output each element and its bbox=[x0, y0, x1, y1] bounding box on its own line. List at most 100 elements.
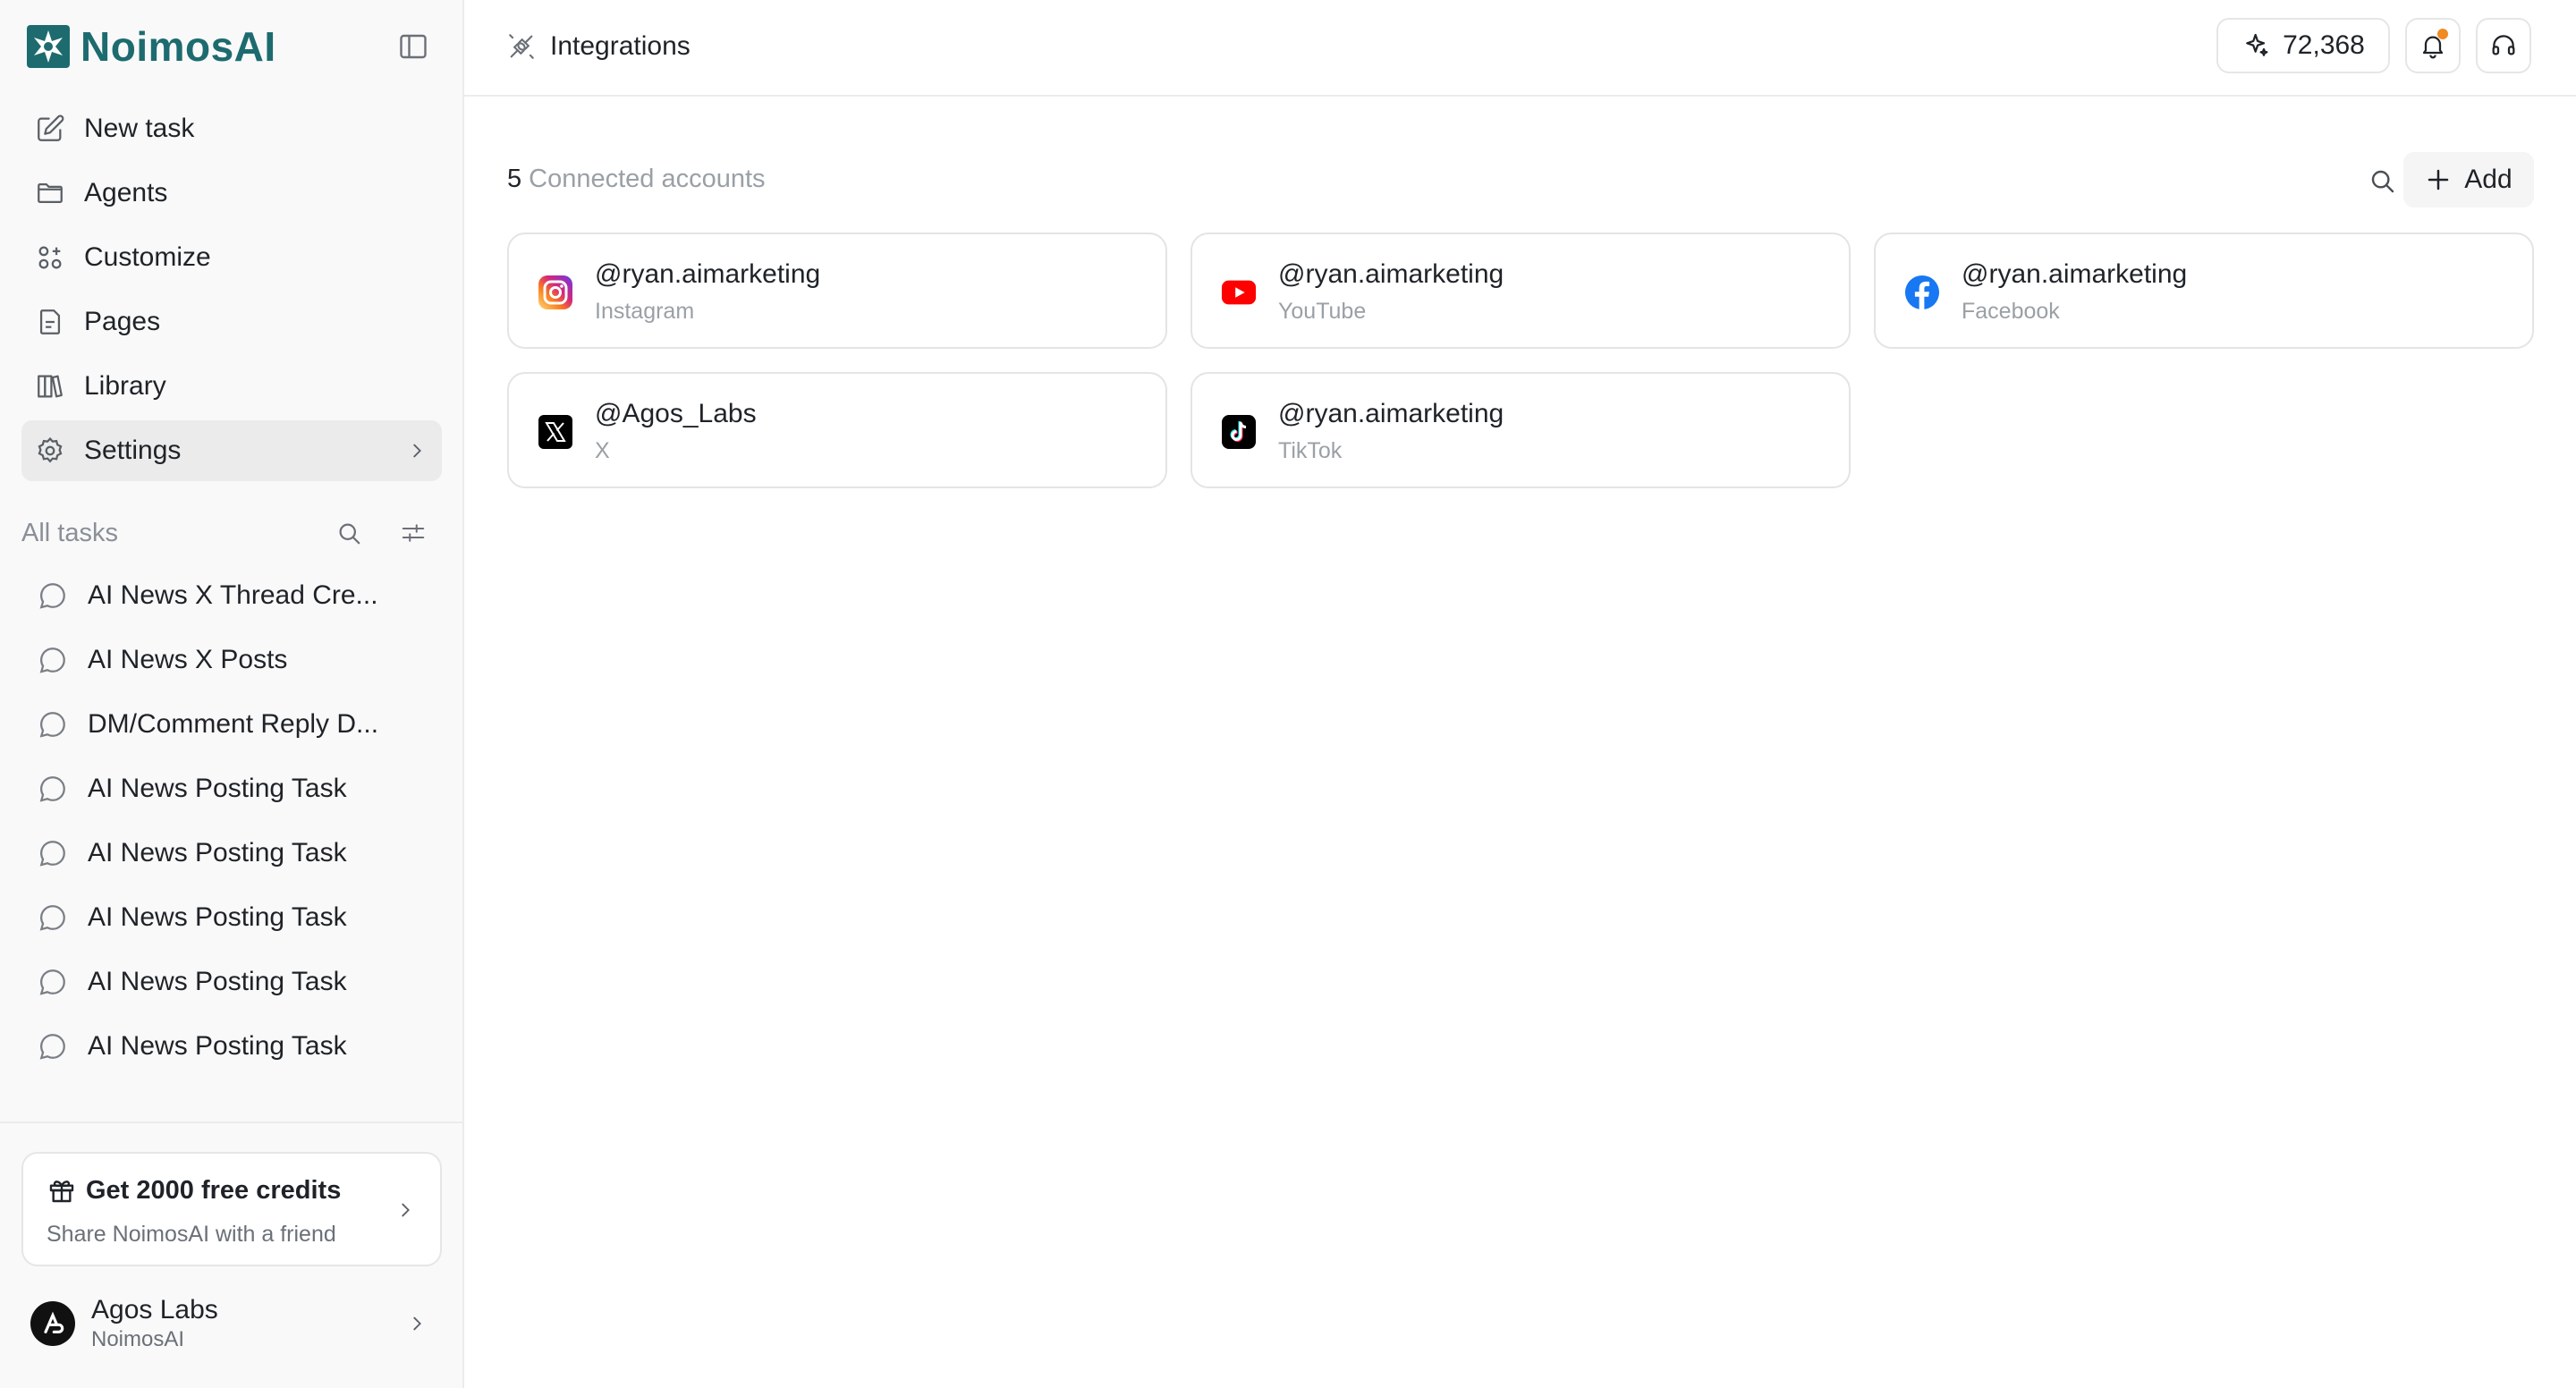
account-handle: @ryan.aimarketing bbox=[1278, 399, 1504, 428]
nav-item-settings[interactable]: Settings bbox=[21, 420, 442, 481]
accounts-count-number: 5 bbox=[507, 165, 522, 193]
nav-item-label: Library bbox=[84, 371, 166, 401]
task-list-item[interactable]: AI News Posting Task bbox=[21, 758, 442, 819]
sidebar: NoimosAI New task Agents Customize Pages… bbox=[0, 0, 464, 1388]
user-name: Agos Labs bbox=[91, 1295, 218, 1325]
page-title: Integrations bbox=[505, 27, 691, 66]
account-platform: Facebook bbox=[1962, 299, 2060, 324]
headset-icon bbox=[2492, 35, 2515, 55]
task-list-item[interactable]: AI News X Posts bbox=[21, 630, 442, 690]
account-platform: TikTok bbox=[1278, 438, 1343, 463]
brand-name: NoimosAI bbox=[80, 23, 276, 70]
chat-bubble-icon bbox=[36, 643, 70, 677]
accounts-grid: @ryan.aimarketing Instagram @ryan.aimark… bbox=[507, 233, 2534, 488]
sidebar-divider bbox=[0, 1121, 462, 1123]
account-card-x[interactable]: @Agos_Labs X bbox=[507, 372, 1167, 488]
nav-item-label: Customize bbox=[84, 242, 211, 272]
nav-item-label: New task bbox=[84, 114, 195, 143]
chat-bubble-icon bbox=[36, 901, 70, 935]
support-button[interactable] bbox=[2476, 18, 2531, 73]
task-list: AI News X Thread Cre... AI News X Posts … bbox=[21, 565, 442, 1080]
grid-icon bbox=[34, 241, 66, 274]
chat-bubble-icon bbox=[36, 707, 70, 741]
task-list-item[interactable]: DM/Comment Reply D... bbox=[21, 694, 442, 755]
nav-item-new-task[interactable]: New task bbox=[21, 98, 442, 159]
chat-bubble-icon bbox=[36, 772, 70, 806]
task-list-item[interactable]: AI News Posting Task bbox=[21, 952, 442, 1012]
add-button-label: Add bbox=[2464, 165, 2512, 194]
brand-logo-icon bbox=[27, 25, 70, 68]
task-list-item[interactable]: AI News X Thread Cre... bbox=[21, 565, 442, 626]
credits-button[interactable]: 72,368 bbox=[2216, 18, 2390, 73]
sidebar-panel-icon bbox=[400, 34, 427, 59]
tiktok-icon bbox=[1221, 414, 1257, 450]
accounts-count-label: Connected accounts bbox=[529, 165, 766, 193]
chevron-right-icon bbox=[404, 438, 429, 463]
connected-accounts-count: 5 Connected accounts bbox=[507, 165, 766, 194]
promo-title: Get 2000 free credits bbox=[47, 1175, 341, 1206]
account-card-facebook[interactable]: @ryan.aimarketing Facebook bbox=[1874, 233, 2534, 349]
account-platform: X bbox=[595, 438, 610, 463]
chat-bubble-icon bbox=[36, 836, 70, 870]
account-card-instagram[interactable]: @ryan.aimarketing Instagram bbox=[507, 233, 1167, 349]
tasks-header: All tasks bbox=[21, 510, 442, 556]
nav-item-label: Agents bbox=[84, 178, 168, 207]
account-handle: @ryan.aimarketing bbox=[1278, 259, 1504, 289]
notification-dot bbox=[2437, 29, 2448, 39]
document-icon bbox=[34, 306, 66, 338]
instagram-icon bbox=[538, 275, 573, 310]
plus-icon bbox=[2425, 166, 2452, 193]
chevron-right-icon bbox=[392, 1197, 419, 1223]
task-filter-button[interactable] bbox=[395, 515, 431, 551]
account-handle: @ryan.aimarketing bbox=[595, 259, 821, 289]
account-card-tiktok[interactable]: @ryan.aimarketing TikTok bbox=[1191, 372, 1851, 488]
account-card-youtube[interactable]: @ryan.aimarketing YouTube bbox=[1191, 233, 1851, 349]
nav-item-customize[interactable]: Customize bbox=[21, 227, 442, 288]
chat-bubble-icon bbox=[36, 1029, 70, 1063]
folder-icon bbox=[34, 177, 66, 209]
nav-item-label: Pages bbox=[84, 307, 161, 336]
task-title: AI News Posting Task bbox=[88, 774, 347, 803]
search-icon bbox=[339, 523, 360, 545]
task-list-item[interactable]: AI News Posting Task bbox=[21, 887, 442, 948]
chevron-right-icon bbox=[404, 1311, 429, 1336]
promo-subtitle: Share NoimosAI with a friend bbox=[47, 1222, 336, 1247]
notifications-button[interactable] bbox=[2405, 18, 2461, 73]
task-list-item[interactable]: AI News Posting Task bbox=[21, 1016, 442, 1077]
add-account-button[interactable]: Add bbox=[2403, 152, 2534, 207]
task-title: AI News Posting Task bbox=[88, 838, 347, 868]
accounts-search-button[interactable] bbox=[2362, 161, 2402, 200]
youtube-icon bbox=[1221, 275, 1257, 310]
user-org: NoimosAI bbox=[91, 1327, 185, 1351]
task-search-button[interactable] bbox=[331, 515, 367, 551]
credits-value: 72,368 bbox=[2283, 30, 2365, 60]
task-title: AI News X Thread Cre... bbox=[88, 580, 378, 610]
referral-promo-card[interactable]: Get 2000 free credits Share NoimosAI wit… bbox=[21, 1152, 442, 1266]
nav-item-pages[interactable]: Pages bbox=[21, 292, 442, 352]
accounts-header: 5 Connected accounts Add bbox=[507, 152, 2534, 207]
brand[interactable]: NoimosAI bbox=[27, 21, 276, 72]
account-platform: Instagram bbox=[595, 299, 695, 324]
library-icon bbox=[34, 370, 66, 402]
user-account-menu[interactable]: Agos Labs NoimosAI bbox=[21, 1288, 442, 1359]
nav-item-library[interactable]: Library bbox=[21, 356, 442, 417]
avatar bbox=[30, 1301, 75, 1346]
nav-item-agents[interactable]: Agents bbox=[21, 163, 442, 224]
chat-bubble-icon bbox=[36, 965, 70, 999]
sidebar-toggle-button[interactable] bbox=[395, 29, 431, 64]
task-title: AI News X Posts bbox=[88, 645, 288, 674]
plug-icon bbox=[505, 30, 538, 63]
task-title: AI News Posting Task bbox=[88, 1031, 347, 1061]
tasks-section-label: All tasks bbox=[21, 518, 118, 547]
task-list-item[interactable]: AI News Posting Task bbox=[21, 823, 442, 884]
main-nav: New task Agents Customize Pages Library … bbox=[21, 98, 442, 485]
page-title-text: Integrations bbox=[550, 31, 691, 61]
agos-logo-icon bbox=[44, 1311, 64, 1333]
task-title: AI News Posting Task bbox=[88, 902, 347, 932]
facebook-icon bbox=[1904, 275, 1940, 310]
gift-icon bbox=[47, 1175, 77, 1206]
x-icon bbox=[538, 414, 573, 450]
account-handle: @ryan.aimarketing bbox=[1962, 259, 2188, 289]
account-platform: YouTube bbox=[1278, 299, 1367, 324]
account-handle: @Agos_Labs bbox=[595, 399, 757, 428]
